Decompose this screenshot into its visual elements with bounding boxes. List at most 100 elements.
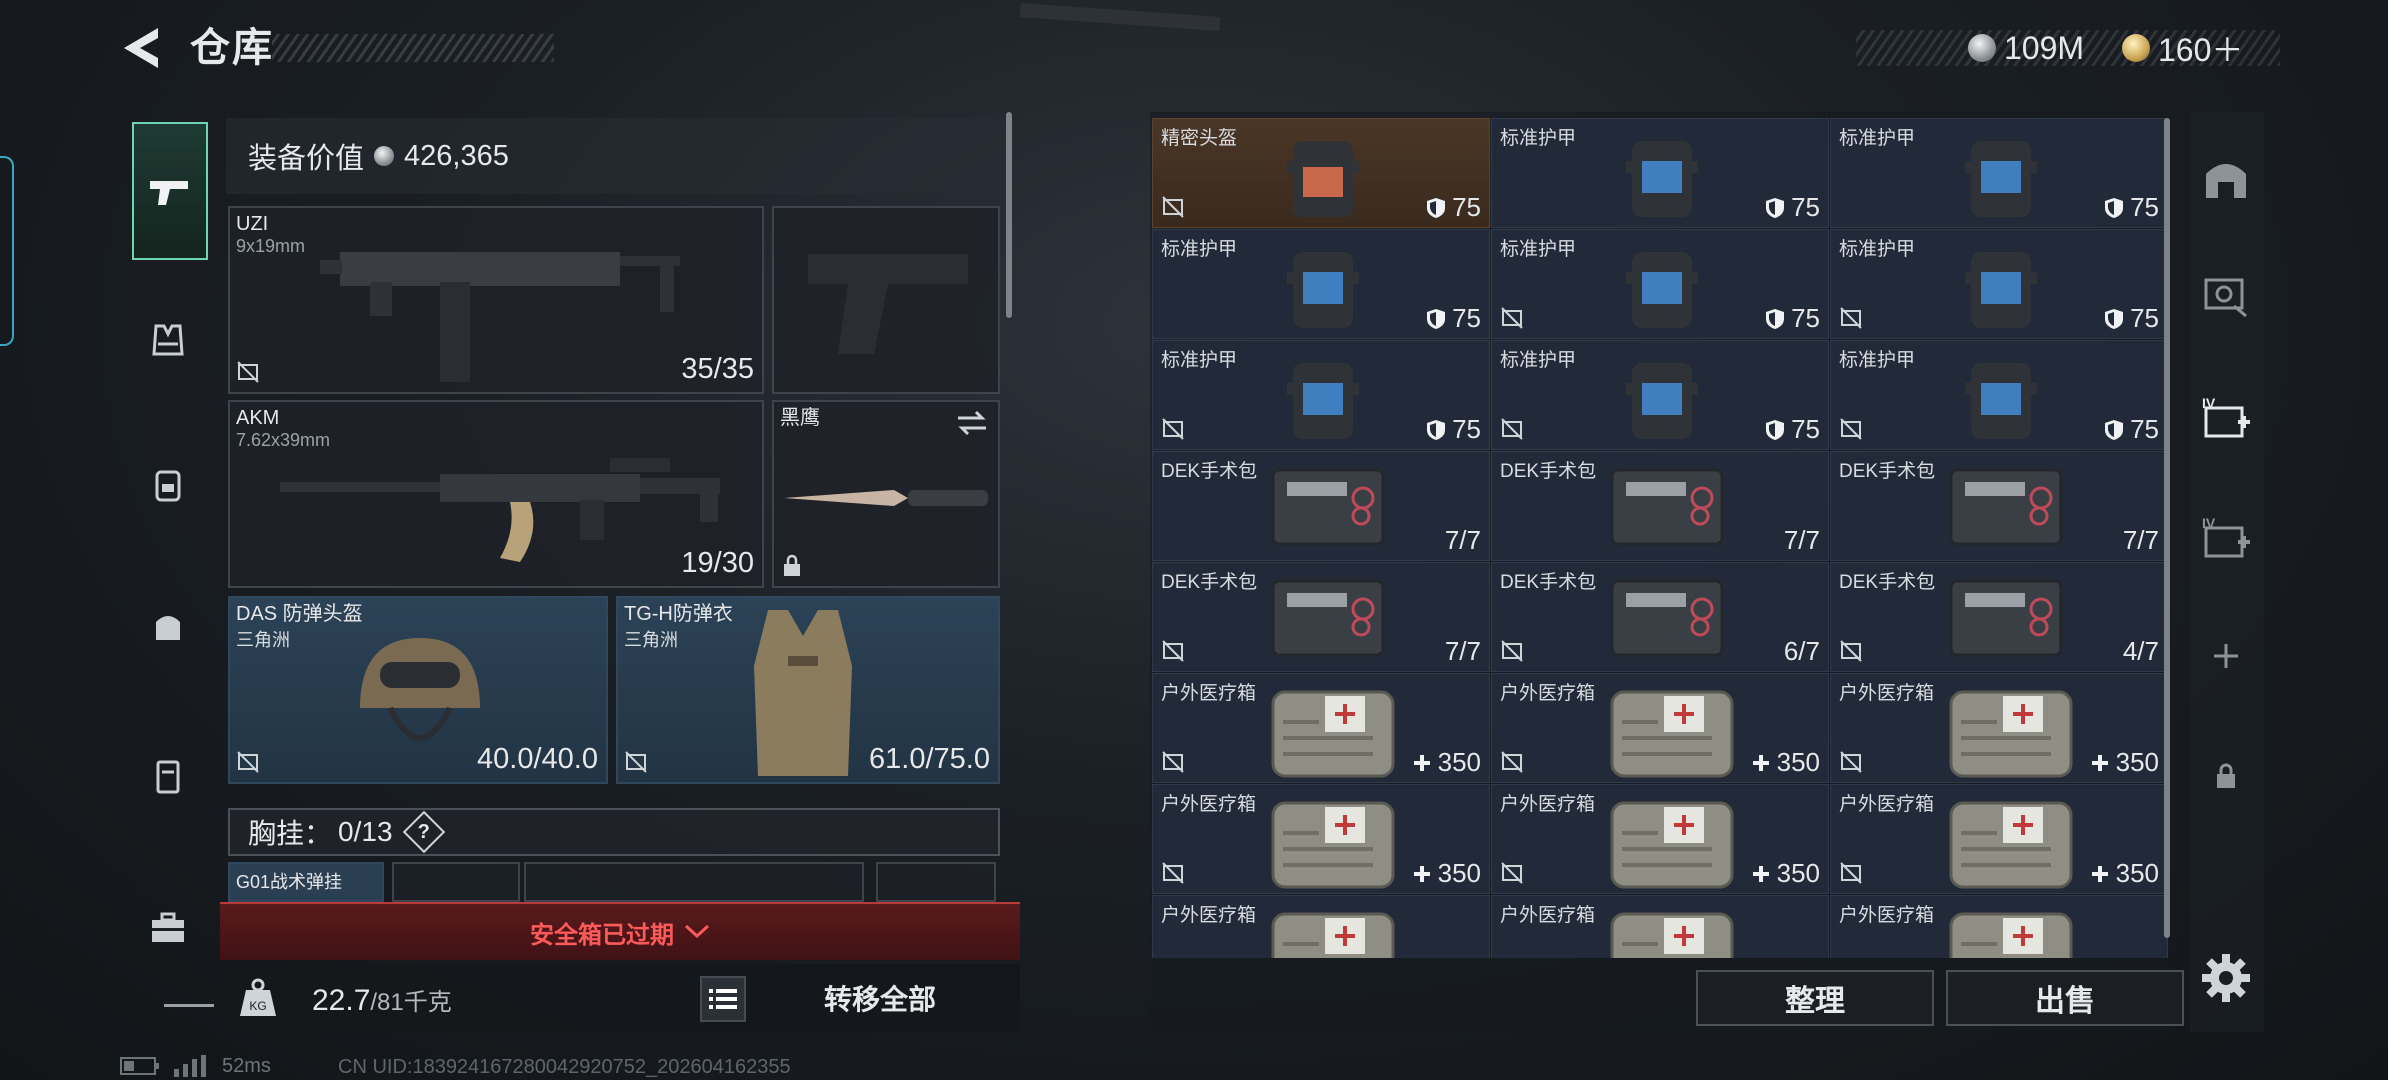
inventory-item[interactable]: 标准护甲 75 xyxy=(1152,229,1490,339)
lock-icon xyxy=(2217,763,2235,788)
sell-button[interactable]: 出售 xyxy=(1946,970,2184,1026)
inventory-item[interactable]: 户外医疗箱 xyxy=(1830,895,2168,958)
inventory-item[interactable]: 精密头盔 75 xyxy=(1152,118,1490,228)
helmet-image xyxy=(360,638,480,741)
nav-container[interactable] xyxy=(134,742,202,810)
storage-tab-4[interactable]: IV xyxy=(2200,512,2252,564)
primary-weapon-slot-2[interactable]: AKM 7.62x39mm 19/30 xyxy=(228,400,764,588)
item-name: 标准护甲 xyxy=(1161,350,1238,371)
carry-weight: 22.7/81千克 xyxy=(312,982,452,1018)
sort-button[interactable]: 整理 xyxy=(1696,970,1934,1026)
safe-search-icon xyxy=(2204,278,2247,318)
heal-plus-icon xyxy=(2091,865,2108,882)
shield-icon xyxy=(1427,419,1446,440)
inventory-item[interactable]: DEK手术包 6/7 xyxy=(1491,562,1829,672)
item-value-text: 7/7 xyxy=(2122,525,2159,555)
inventory-item[interactable]: 户外医疗箱 350 xyxy=(1491,784,1829,894)
nav-backpack[interactable] xyxy=(134,450,202,518)
svg-text:KG: KG xyxy=(249,999,266,1013)
primary-weapon-slot-1[interactable]: UZI 9x19mm 35/35 xyxy=(228,206,764,394)
no-sell-icon xyxy=(1501,640,1523,662)
chest-rig-slot[interactable] xyxy=(876,862,996,902)
inventory-item[interactable]: 户外医疗箱 350 xyxy=(1152,673,1490,783)
inventory-item[interactable]: 标准护甲 75 xyxy=(1491,229,1829,339)
inventory-item[interactable]: 户外医疗箱 350 xyxy=(1491,673,1829,783)
inventory-item[interactable]: DEK手术包 7/7 xyxy=(1152,562,1490,672)
inventory-item[interactable]: DEK手术包 4/7 xyxy=(1830,562,2168,672)
safe-box-expired-banner[interactable]: 安全箱已过期 xyxy=(220,902,1020,960)
inventory-item[interactable]: 标准护甲 75 xyxy=(1491,340,1829,450)
edge-pull-tab[interactable] xyxy=(0,156,14,346)
nav-vest[interactable] xyxy=(134,306,202,374)
surgery-image xyxy=(1610,468,1724,546)
armor-slot[interactable]: TG-H防弹衣 三角洲 61.0/75.0 xyxy=(616,596,1000,784)
chest-rig-slot-name: G01战术弹挂 xyxy=(236,872,343,892)
medkit-image xyxy=(1949,690,2073,778)
inventory-item[interactable]: DEK手术包 7/7 xyxy=(1152,451,1490,561)
inventory-item[interactable]: DEK手术包 7/7 xyxy=(1830,451,2168,561)
swap-icon[interactable] xyxy=(956,410,988,436)
chest-rig-slot[interactable]: G01战术弹挂 xyxy=(228,862,384,902)
storage-tab-2[interactable] xyxy=(2200,268,2252,320)
nav-divider xyxy=(164,1004,214,1007)
inventory-item[interactable]: 标准护甲 75 xyxy=(1830,118,2168,228)
helmet-durability: 40.0/40.0 xyxy=(477,743,598,775)
transfer-all-button[interactable]: 转移全部 xyxy=(780,970,980,1026)
add-storage-iv-icon: IV xyxy=(2202,515,2250,558)
inventory-item[interactable]: 户外医疗箱 350 xyxy=(1152,784,1490,894)
settings-gear-icon[interactable] xyxy=(2198,950,2254,1006)
medkit-image xyxy=(1949,912,2073,958)
nav-weapons[interactable] xyxy=(132,122,208,260)
storage-tab-1[interactable] xyxy=(2200,152,2252,204)
inventory-item[interactable]: 标准护甲 75 xyxy=(1830,340,2168,450)
item-value-text: 350 xyxy=(1776,747,1820,777)
inventory-item[interactable]: 户外医疗箱 350 xyxy=(1830,673,2168,783)
medkit-image xyxy=(1949,801,2073,889)
item-name: 标准护甲 xyxy=(1500,239,1577,260)
inventory-item[interactable]: 户外医疗箱 xyxy=(1152,895,1490,958)
loadout-scrollbar[interactable] xyxy=(1006,112,1012,318)
surgery-image xyxy=(1610,579,1724,657)
armor-faction: 三角洲 xyxy=(624,630,678,650)
item-value-text: 350 xyxy=(2115,858,2159,888)
inventory-item[interactable]: 标准护甲 75 xyxy=(1830,229,2168,339)
item-value: 75 xyxy=(1765,192,1820,223)
item-value-text: 350 xyxy=(1776,858,1820,888)
equip-value-number: 426,365 xyxy=(404,139,509,172)
nav-case[interactable] xyxy=(134,894,202,962)
secondary-weapon-slot[interactable] xyxy=(772,206,1000,394)
help-icon[interactable]: ? xyxy=(402,810,445,854)
helmet-slot[interactable]: DAS 防弹头盔 三角洲 40.0/40.0 xyxy=(228,596,608,784)
no-sell-icon xyxy=(1840,418,1862,440)
storage-tab-3[interactable]: IV xyxy=(2200,392,2252,444)
pistol-icon xyxy=(150,181,188,205)
chest-rig-header[interactable]: 胸挂： 0/13 ? xyxy=(228,808,1000,856)
list-view-button[interactable] xyxy=(700,976,746,1022)
inventory-item[interactable]: 户外医疗箱 xyxy=(1491,895,1829,958)
chevron-down-icon xyxy=(684,924,710,939)
chest-rig-slot[interactable] xyxy=(524,862,864,902)
chest-rig-slots: G01战术弹挂 xyxy=(228,862,1000,902)
add-storage-button[interactable] xyxy=(2200,630,2252,682)
chest-rig-slot[interactable] xyxy=(392,862,520,902)
inventory-item[interactable]: 户外医疗箱 350 xyxy=(1830,784,2168,894)
no-sell-icon xyxy=(1840,862,1862,884)
item-value-text: 75 xyxy=(2130,192,2159,222)
inventory-item[interactable]: DEK手术包 7/7 xyxy=(1491,451,1829,561)
locked-storage-tab[interactable] xyxy=(2200,750,2252,802)
currency-gold[interactable]: 160＋ xyxy=(2122,26,2243,70)
inventory-item[interactable]: 标准护甲 75 xyxy=(1152,340,1490,450)
heal-plus-icon xyxy=(1413,865,1430,882)
item-name: 标准护甲 xyxy=(1839,239,1916,260)
back-arrow-icon[interactable] xyxy=(118,22,170,74)
inventory-item[interactable]: 标准护甲 75 xyxy=(1491,118,1829,228)
inventory-scrollbar[interactable] xyxy=(2164,118,2170,938)
left-category-nav xyxy=(120,112,212,1012)
weapon-caliber: 9x19mm xyxy=(236,236,306,256)
nav-pouch[interactable] xyxy=(134,592,202,660)
currency-silver[interactable]: 109M xyxy=(1968,26,2084,70)
item-value-text: 7/7 xyxy=(1783,525,1820,555)
item-value-text: 75 xyxy=(1791,303,1820,333)
no-sell-icon xyxy=(1840,751,1862,773)
melee-slot[interactable]: 黑鹰 xyxy=(772,400,1000,588)
